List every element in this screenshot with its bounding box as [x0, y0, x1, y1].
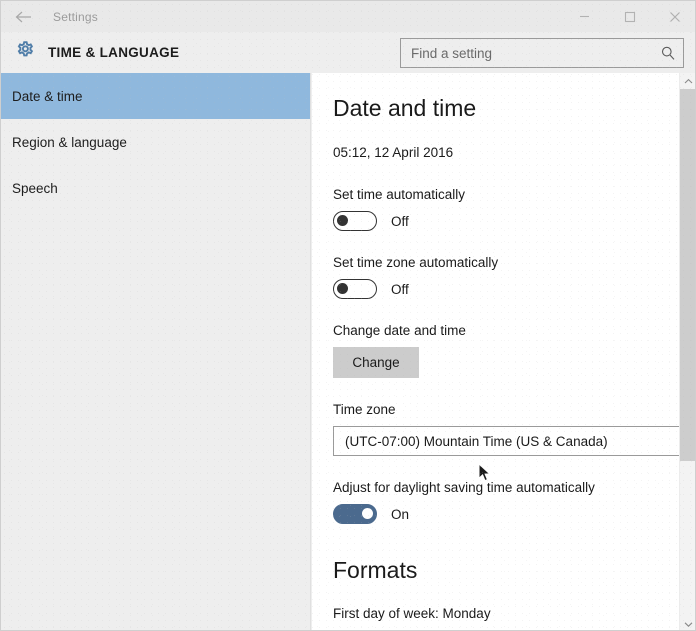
sidebar-item-speech[interactable]: Speech	[1, 165, 310, 211]
minimize-icon	[578, 10, 591, 23]
formats-section-title: Formats	[333, 557, 418, 583]
change-date-time-label: Change date and time	[333, 323, 466, 338]
set-time-automatically-label: Set time automatically	[333, 187, 466, 202]
search-box[interactable]	[400, 38, 684, 68]
time-zone-dropdown[interactable]: (UTC-07:00) Mountain Time (US & Canada)	[333, 426, 691, 456]
close-icon	[668, 10, 682, 24]
minimize-button[interactable]	[562, 1, 607, 32]
scrollbar-down-button[interactable]	[680, 615, 695, 630]
sidebar-item-date-time[interactable]: Date & time	[1, 73, 310, 119]
maximize-button[interactable]	[607, 1, 652, 32]
time-zone-label: Time zone	[333, 402, 396, 417]
daylight-saving-label: Adjust for daylight saving time automati…	[333, 480, 595, 495]
set-time-automatically-state: Off	[391, 213, 409, 229]
search-input[interactable]	[401, 45, 653, 61]
settings-window: Settings TIME & LANGUAGE Find a setting …	[0, 0, 696, 631]
scrollbar-thumb[interactable]	[680, 89, 695, 461]
set-timezone-automatically-toggle[interactable]	[333, 279, 377, 299]
content-scrollbar[interactable]	[679, 72, 695, 630]
title-bar: Settings	[1, 1, 695, 32]
back-button[interactable]	[1, 1, 45, 32]
gear-icon	[13, 38, 37, 67]
set-timezone-automatically-state: Off	[391, 281, 409, 297]
set-timezone-automatically-group: Set time zone automatically Off	[333, 255, 680, 299]
scrollbar-up-button[interactable]	[680, 72, 695, 90]
sidebar-item-label: Region & language	[12, 134, 127, 150]
maximize-icon	[623, 10, 636, 23]
toggle-knob	[362, 508, 373, 519]
change-button[interactable]: Change	[333, 347, 419, 378]
page-title: Date and time	[333, 95, 477, 121]
current-datetime-text: 05:12, 12 April 2016	[333, 145, 454, 160]
chevron-up-icon	[684, 72, 693, 90]
back-arrow-icon	[15, 10, 32, 24]
toggle-knob	[337, 215, 348, 226]
page-category-title: TIME & LANGUAGE	[48, 45, 180, 60]
sidebar-item-region-language[interactable]: Region & language	[1, 119, 310, 165]
time-zone-group: Time zone (UTC-07:00) Mountain Time (US …	[333, 402, 691, 456]
close-button[interactable]	[652, 1, 695, 32]
chevron-down-icon	[684, 615, 693, 630]
caption-buttons	[562, 1, 695, 32]
change-date-time-group: Change date and time Change	[333, 323, 680, 378]
sidebar-item-label: Speech	[12, 180, 58, 196]
daylight-saving-toggle[interactable]	[333, 504, 377, 524]
settings-home-button[interactable]	[1, 38, 48, 67]
set-time-automatically-toggle[interactable]	[333, 211, 377, 231]
search-icon[interactable]	[653, 45, 683, 61]
sidebar-item-label: Date & time	[12, 88, 83, 104]
daylight-saving-group: Adjust for daylight saving time automati…	[333, 480, 680, 524]
toggle-knob	[337, 283, 348, 294]
window-title: Settings	[53, 9, 98, 24]
time-zone-value: (UTC-07:00) Mountain Time (US & Canada)	[345, 433, 608, 449]
settings-header: TIME & LANGUAGE	[1, 32, 695, 73]
sidebar-navigation: Date & time Region & language Speech	[1, 73, 311, 630]
daylight-saving-state: On	[391, 506, 410, 522]
settings-content-pane: Date and time 05:12, 12 April 2016 Set t…	[312, 73, 695, 630]
set-time-automatically-group: Set time automatically Off	[333, 187, 680, 231]
formats-first-line: First day of week: Monday	[333, 606, 491, 621]
set-timezone-automatically-label: Set time zone automatically	[333, 255, 499, 270]
